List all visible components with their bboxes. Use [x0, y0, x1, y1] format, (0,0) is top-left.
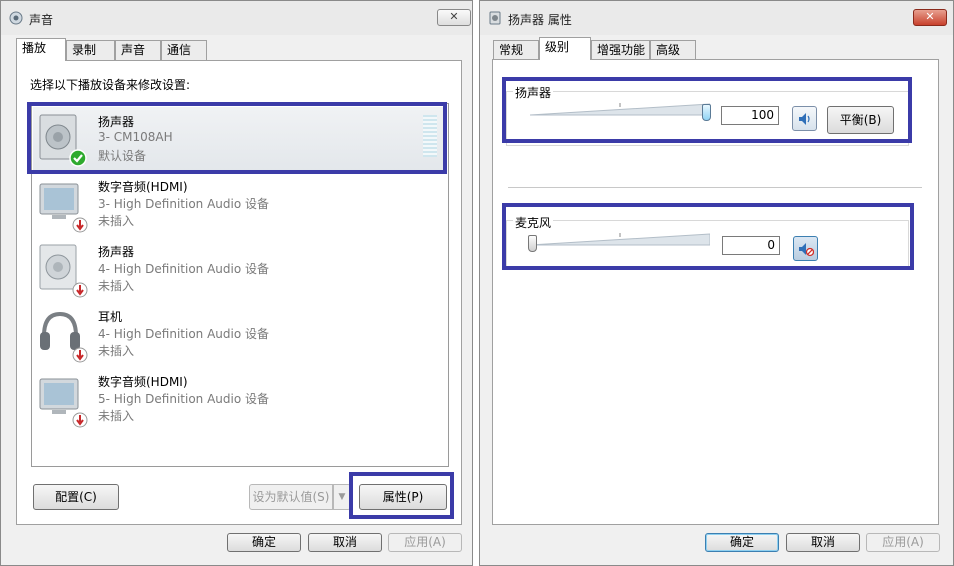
speaker-app-icon — [489, 11, 501, 25]
close-icon: ✕ — [449, 10, 459, 23]
device-description: 4- High Definition Audio 设备 — [98, 262, 270, 276]
instruction-text: 选择以下播放设备来修改设置: — [30, 78, 191, 92]
close-icon: ✕ — [925, 10, 935, 23]
sound-dialog-titlebar[interactable]: 声音 ✕ — [1, 1, 472, 35]
unplugged-icon — [72, 217, 88, 233]
configure-button[interactable]: 配置(C) — [33, 484, 119, 510]
device-status: 未插入 — [98, 214, 135, 228]
chevron-down-icon: ▼ — [338, 492, 346, 502]
device-item[interactable]: 扬声器 4- High Definition Audio 设备 未插入 — [33, 237, 447, 301]
tab-communications[interactable]: 通信 — [161, 40, 207, 60]
device-description: 5- High Definition Audio 设备 — [98, 392, 270, 406]
tab-general[interactable]: 常规 — [493, 40, 539, 60]
ok-button[interactable]: 确定 — [227, 533, 301, 552]
tab-enhancements[interactable]: 增强功能 — [591, 40, 650, 60]
unplugged-icon — [72, 282, 88, 298]
device-item[interactable]: 数字音频(HDMI) 3- High Definition Audio 设备 未… — [33, 172, 447, 236]
apply-button[interactable]: 应用(A) — [388, 533, 462, 552]
device-item[interactable]: 耳机 4- High Definition Audio 设备 未插入 — [33, 302, 447, 366]
tab-advanced[interactable]: 高级 — [650, 40, 696, 60]
device-name: 耳机 — [98, 310, 123, 324]
properties-titlebar[interactable]: 扬声器 属性 ✕ — [480, 1, 953, 35]
device-status: 未插入 — [98, 344, 135, 358]
device-status: 未插入 — [98, 409, 135, 423]
tab-levels[interactable]: 级别 — [539, 37, 591, 60]
tab-recording[interactable]: 录制 — [66, 40, 115, 60]
device-description: 4- High Definition Audio 设备 — [98, 327, 270, 341]
selected-device-highlight — [27, 102, 447, 174]
sound-app-icon — [9, 11, 23, 25]
unplugged-icon — [72, 412, 88, 428]
close-button[interactable]: ✕ — [913, 9, 947, 26]
device-name: 数字音频(HDMI) — [98, 375, 188, 389]
properties-button-highlight — [349, 472, 454, 519]
device-status: 未插入 — [98, 279, 135, 293]
device-item[interactable]: 数字音频(HDMI) 5- High Definition Audio 设备 未… — [33, 367, 447, 431]
apply-button[interactable]: 应用(A) — [866, 533, 940, 552]
device-description: 3- High Definition Audio 设备 — [98, 197, 270, 211]
tab-sounds[interactable]: 声音 — [115, 40, 161, 60]
cancel-button[interactable]: 取消 — [308, 533, 382, 552]
device-name: 数字音频(HDMI) — [98, 180, 188, 194]
set-default-button[interactable]: 设为默认值(S) — [249, 484, 333, 510]
window-title: 声音 — [29, 13, 54, 27]
ok-button[interactable]: 确定 — [705, 533, 779, 552]
unplugged-icon — [72, 347, 88, 363]
close-button[interactable]: ✕ — [437, 9, 471, 26]
window-title: 扬声器 属性 — [508, 13, 572, 27]
tab-playback[interactable]: 播放 — [16, 38, 66, 61]
device-name: 扬声器 — [98, 245, 135, 259]
microphone-level-highlight — [502, 203, 914, 270]
speaker-level-highlight — [502, 77, 912, 143]
group-divider — [508, 187, 922, 188]
cancel-button[interactable]: 取消 — [786, 533, 860, 552]
